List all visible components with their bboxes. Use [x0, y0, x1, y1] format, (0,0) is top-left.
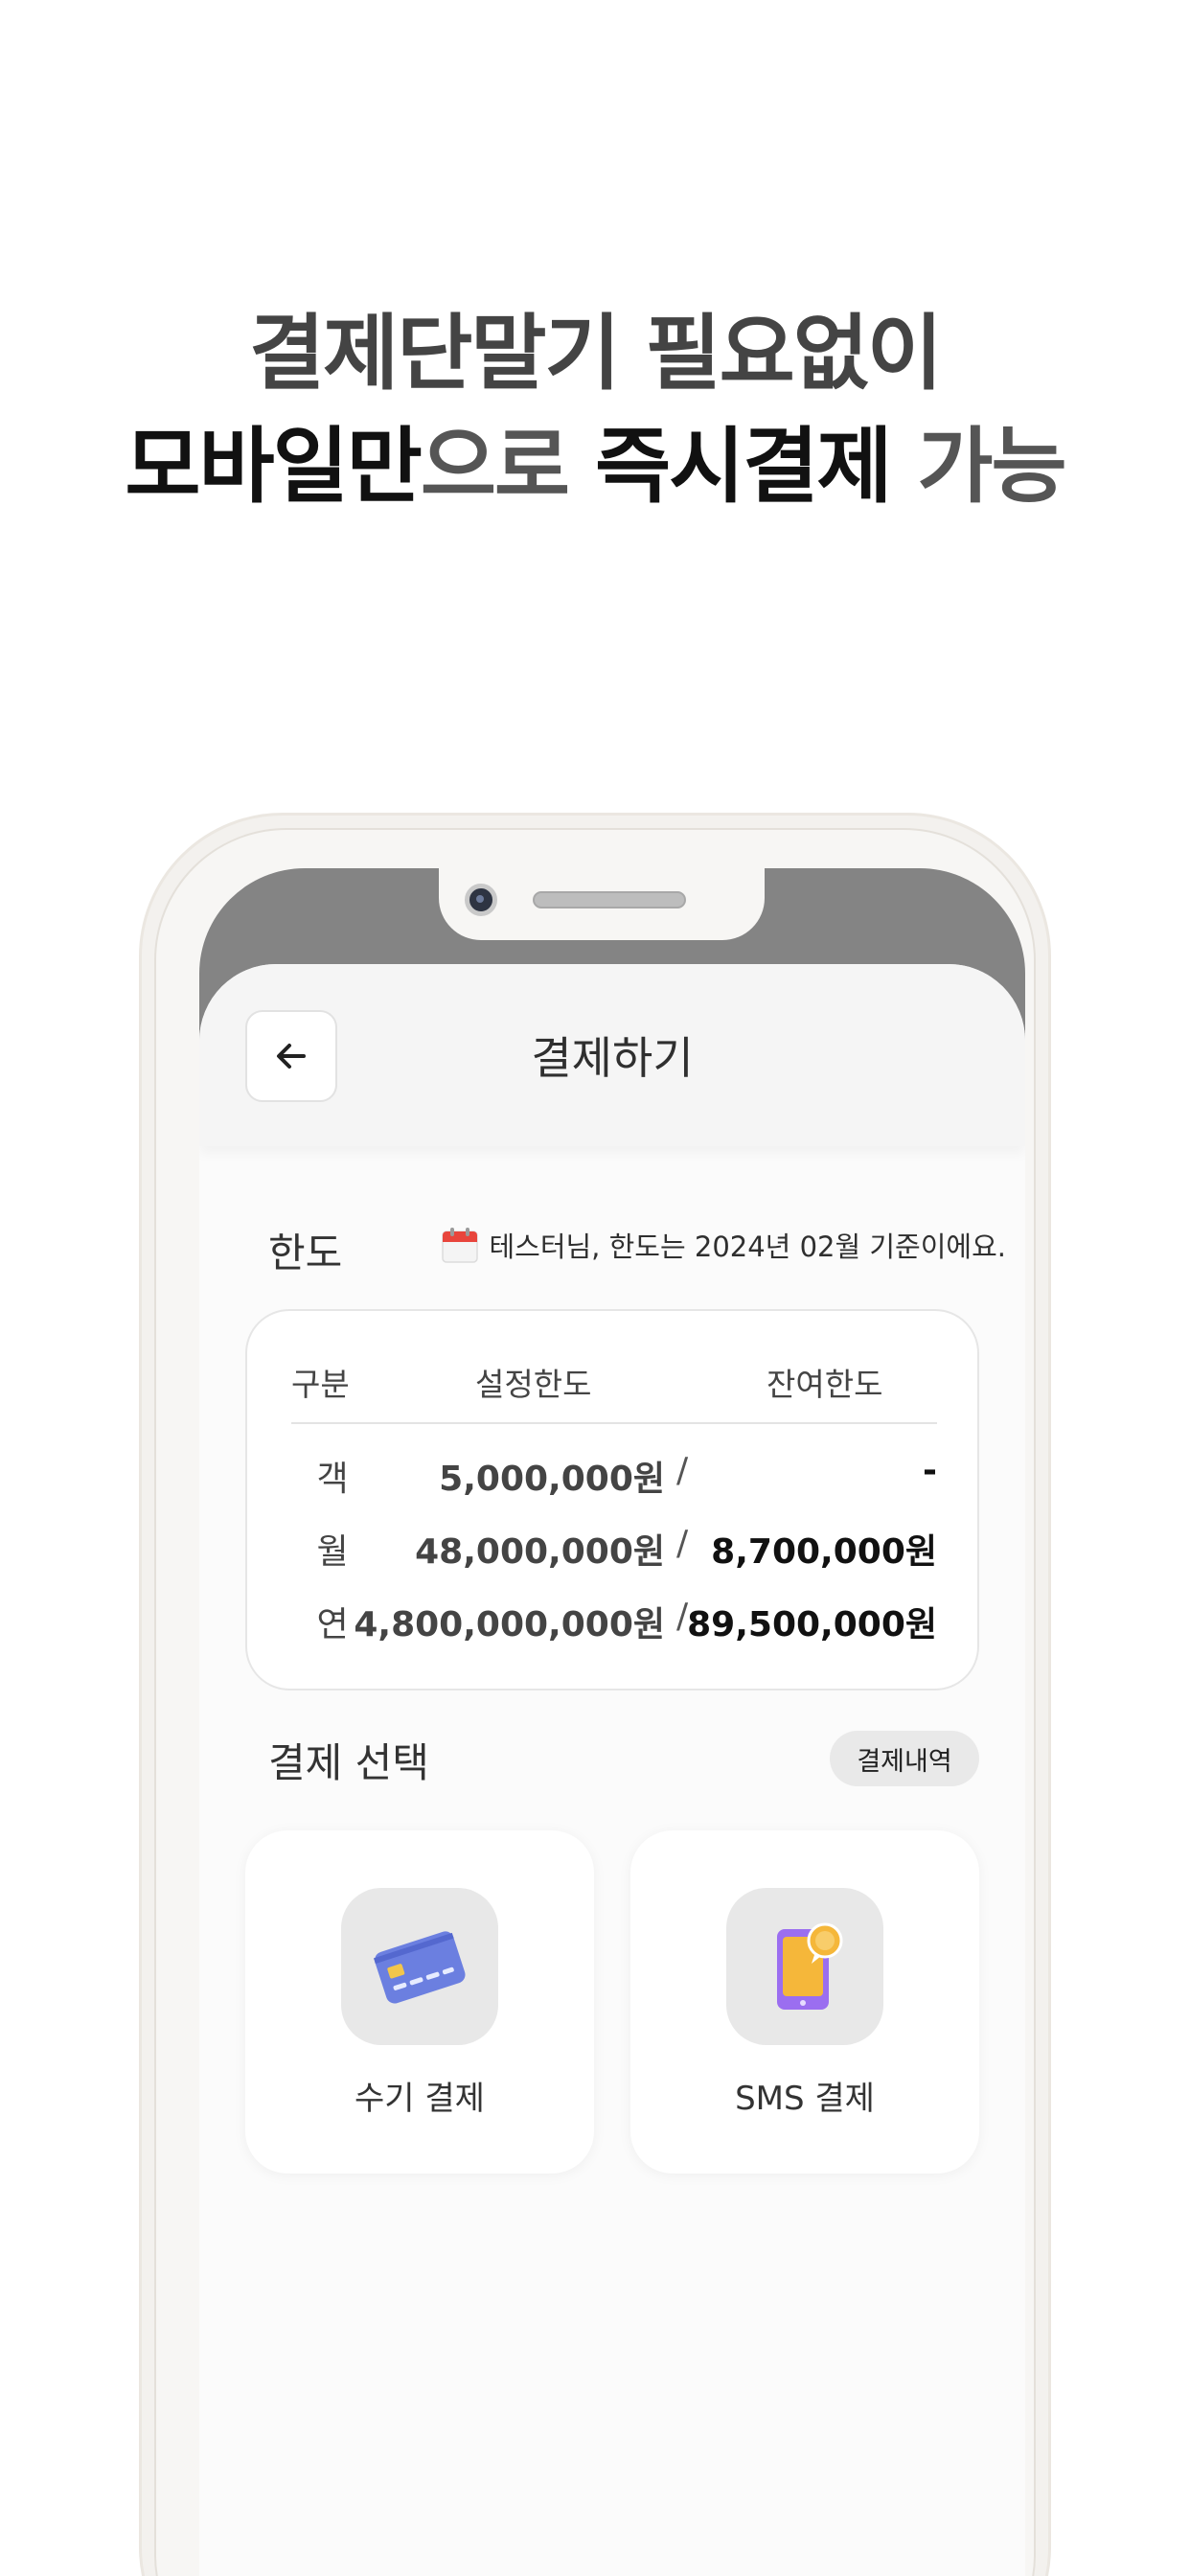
- row-category: 객: [316, 1460, 349, 1499]
- phone-notch: [439, 868, 765, 940]
- camera-icon: [465, 884, 497, 916]
- table-row: 연 4,800,000,000원 / 89,500,000원: [247, 1597, 981, 1650]
- table-row: 객 5,000,000원 / -: [247, 1451, 981, 1505]
- headline-emphasis-mobile: 모바일만: [125, 419, 422, 515]
- limit-section-title: 한도: [268, 1230, 343, 1276]
- payment-select-title: 결제 선택: [268, 1739, 429, 1786]
- headline-line-2: 모바일만으로 즉시결제 가능: [0, 410, 1190, 523]
- promo-page: 결제단말기 필요없이 모바일만으로 즉시결제 가능 결제하기 한도 테스터님, …: [0, 0, 1190, 2576]
- limit-note-text: 테스터님, 한도는 2024년 02월 기준이에요.: [489, 1230, 1006, 1263]
- headline-text-possible: 가능: [890, 419, 1066, 515]
- credit-card-icon: [373, 1931, 466, 2004]
- headline-emphasis-instant-pay: 즉시결제: [595, 419, 892, 515]
- table-divider: [291, 1422, 937, 1424]
- limit-table: 구분 설정한도 잔여한도 객 5,000,000원 / - 월 48,000,0…: [245, 1309, 979, 1690]
- limit-note: 테스터님, 한도는 2024년 02월 기준이에요.: [441, 1225, 1006, 1271]
- payment-app: 결제하기 한도 테스터님, 한도는 2024년 02월 기준이에요. 구분 설정…: [199, 964, 1025, 2576]
- headline: 결제단말기 필요없이 모바일만으로 즉시결제 가능: [0, 297, 1190, 523]
- headline-text: 으로: [420, 419, 595, 515]
- payment-history-button[interactable]: 결제내역: [830, 1731, 979, 1786]
- row-remaining-limit: 8,700,000원: [711, 1532, 937, 1572]
- sms-payment-card[interactable]: SMS 결제: [630, 1830, 979, 2174]
- phone-mockup: 결제하기 한도 테스터님, 한도는 2024년 02월 기준이에요. 구분 설정…: [139, 813, 1051, 2576]
- limit-table-header: 구분 설정한도 잔여한도: [247, 1359, 981, 1403]
- sms-payment-label: SMS 결제: [735, 2080, 875, 2118]
- table-row: 월 48,000,000원 / 8,700,000원: [247, 1524, 981, 1577]
- mobile-message-icon: [777, 1922, 843, 2010]
- phone-frame: 결제하기 한도 테스터님, 한도는 2024년 02월 기준이에요. 구분 설정…: [154, 828, 1036, 2576]
- phone-screen: 결제하기 한도 테스터님, 한도는 2024년 02월 기준이에요. 구분 설정…: [199, 868, 1025, 2576]
- headline-line-1: 결제단말기 필요없이: [248, 306, 943, 402]
- row-remaining-limit: -: [923, 1451, 937, 1490]
- row-separator: /: [676, 1524, 689, 1563]
- row-remaining-limit: 89,500,000원: [687, 1605, 937, 1644]
- icon-tile: [341, 1888, 498, 2045]
- column-remaining-limit: 잔여한도: [767, 1366, 883, 1403]
- row-set-limit: 5,000,000원: [439, 1460, 665, 1499]
- page-title: 결제하기: [531, 1032, 694, 1084]
- manual-payment-label: 수기 결제: [355, 2080, 485, 2118]
- calendar-icon: [441, 1226, 479, 1271]
- speaker-grille: [533, 891, 686, 908]
- icon-tile: [726, 1888, 883, 2045]
- manual-payment-card[interactable]: 수기 결제: [245, 1830, 594, 2174]
- row-category: 연: [316, 1605, 349, 1644]
- row-set-limit: 4,800,000,000원: [354, 1605, 665, 1644]
- row-category: 월: [316, 1532, 349, 1572]
- row-separator: /: [676, 1451, 689, 1490]
- column-category: 구분: [291, 1366, 350, 1403]
- column-set-limit: 설정한도: [475, 1366, 592, 1403]
- app-header: 결제하기: [199, 964, 1025, 1146]
- row-set-limit: 48,000,000원: [415, 1532, 665, 1572]
